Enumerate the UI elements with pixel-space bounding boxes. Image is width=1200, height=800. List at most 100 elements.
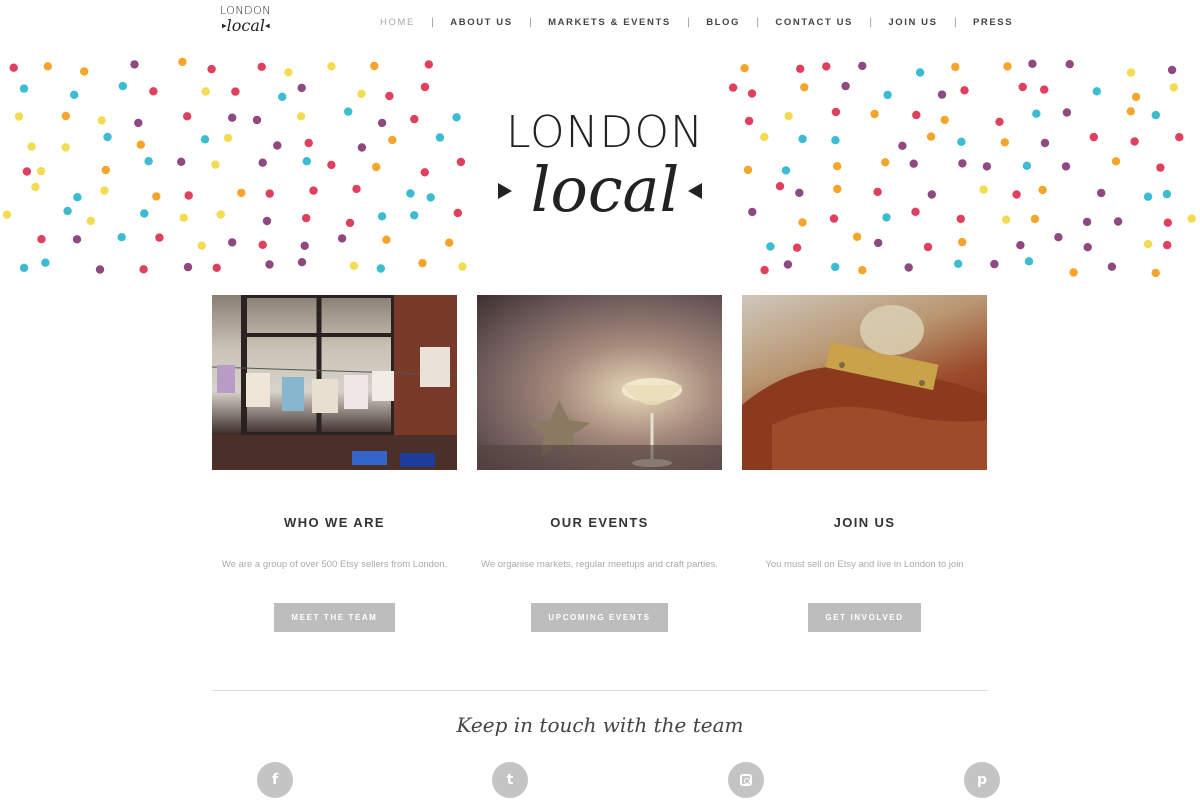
confetti-dot: [1061, 162, 1071, 171]
feature-text: You must sell on Etsy and live in London…: [765, 559, 964, 570]
confetti-dot: [1000, 138, 1009, 147]
confetti-dot: [775, 182, 785, 191]
confetti-dot: [1163, 218, 1173, 227]
nav-press[interactable]: PRESS: [973, 17, 1013, 28]
get-involved-button[interactable]: GET INVOLVED: [808, 603, 921, 632]
confetti-dot: [858, 266, 867, 275]
confetti-dot: [258, 158, 267, 167]
confetti-dot: [1083, 243, 1092, 252]
confetti-dot: [179, 213, 188, 222]
confetti-dot: [296, 112, 306, 121]
confetti-dot: [152, 192, 161, 201]
confetti-dot: [183, 262, 193, 272]
confetti-dot: [456, 157, 466, 167]
feature-who-we-are: WHO WE ARE We are a group of over 500 Et…: [212, 505, 457, 632]
confetti-dot: [937, 90, 947, 99]
confetti-dot: [1012, 190, 1021, 199]
instagram-icon[interactable]: [728, 762, 764, 798]
confetti-dot: [1018, 82, 1027, 92]
nav-contact-us[interactable]: CONTACT US: [775, 17, 853, 28]
confetti-dot: [37, 235, 46, 244]
confetti-dot: [265, 260, 274, 269]
confetti-dot: [453, 208, 462, 218]
confetti-dot: [1175, 133, 1184, 142]
confetti-dot: [103, 132, 112, 142]
confetti-dot: [841, 81, 850, 91]
confetti-dot: [1111, 157, 1121, 166]
confetti-dot: [1151, 110, 1161, 120]
confetti-dot: [424, 60, 433, 69]
confetti-dot: [14, 112, 24, 121]
nav-markets-events[interactable]: MARKETS & EVENTS: [548, 17, 671, 28]
confetti-dot: [1028, 59, 1037, 68]
confetti-dot: [800, 83, 809, 92]
confetti-dot: [388, 135, 397, 145]
confetti-dot: [795, 188, 804, 197]
confetti-dot: [36, 166, 46, 176]
confetti-dot: [1001, 215, 1011, 224]
confetti-dot: [344, 107, 353, 116]
confetti-dot: [833, 162, 842, 171]
confetti-dot: [1016, 241, 1025, 250]
confetti-dot: [216, 210, 225, 219]
confetti-dot: [118, 81, 128, 91]
confetti-dot: [101, 165, 111, 175]
confetti-dot: [792, 243, 802, 252]
confetti-dot: [957, 137, 966, 146]
nav-separator: |: [756, 16, 760, 28]
confetti-dot: [27, 142, 36, 151]
feature-text: We are a group of over 500 Etsy sellers …: [221, 559, 448, 570]
confetti-dot: [43, 62, 52, 71]
confetti-dot: [1032, 109, 1041, 118]
confetti-dot: [63, 206, 72, 216]
pinterest-icon[interactable]: p: [964, 762, 1000, 798]
nav-home[interactable]: HOME: [380, 17, 415, 28]
feature-text: We organise markets, regular meetups and…: [481, 559, 718, 570]
confetti-dot: [927, 190, 936, 199]
confetti-dot: [1143, 192, 1153, 201]
confetti-dot: [760, 132, 769, 142]
twitter-icon[interactable]: t: [492, 762, 528, 798]
confetti-dot: [435, 133, 445, 142]
confetti-dot: [95, 265, 105, 274]
confetti-dot: [870, 109, 879, 119]
site-logo[interactable]: LONDON ▶local◀: [220, 5, 280, 39]
nav-about-us[interactable]: ABOUT US: [450, 17, 512, 28]
nav-blog[interactable]: BLOG: [706, 17, 740, 28]
confetti-dot: [140, 209, 149, 218]
confetti-dot: [979, 185, 988, 194]
confetti-dot: [1038, 185, 1047, 195]
confetti-dot: [231, 87, 240, 96]
confetti-dot: [19, 263, 29, 272]
confetti-dot: [452, 113, 461, 122]
photo-window-prints: [212, 295, 457, 470]
confetti-dot: [747, 89, 757, 98]
confetti-dot: [1069, 268, 1078, 277]
confetti-dot: [117, 233, 126, 242]
confetti-dot: [940, 115, 949, 125]
nav-separator: |: [430, 16, 435, 28]
confetti-dot: [178, 57, 187, 67]
confetti-dot: [958, 159, 967, 168]
confetti-dot: [1131, 92, 1141, 102]
facebook-icon[interactable]: f: [257, 762, 293, 798]
confetti-dot: [1126, 107, 1136, 116]
confetti-dot: [327, 160, 336, 170]
confetti-dot: [1024, 257, 1034, 266]
facebook-glyph: f: [271, 772, 279, 788]
nav-join-us[interactable]: JOIN US: [888, 17, 937, 28]
confetti-dot: [97, 116, 106, 125]
confetti-dot: [410, 114, 419, 124]
meet-the-team-button[interactable]: MEET THE TEAM: [274, 603, 395, 632]
confetti-dot: [304, 138, 313, 148]
confetti-dot: [297, 83, 306, 93]
site-header: LONDON ▶local◀ HOME | ABOUT US | MARKETS…: [0, 0, 1200, 44]
confetti-dot: [740, 64, 749, 73]
confetti-dot: [743, 165, 753, 175]
confetti-dot: [995, 117, 1004, 126]
banner-logo-line2: local: [530, 153, 680, 226]
upcoming-events-button[interactable]: UPCOMING EVENTS: [531, 603, 668, 632]
banner-logo: LONDON local: [480, 55, 720, 277]
confetti-dot: [300, 241, 309, 250]
confetti-dot: [258, 240, 267, 249]
